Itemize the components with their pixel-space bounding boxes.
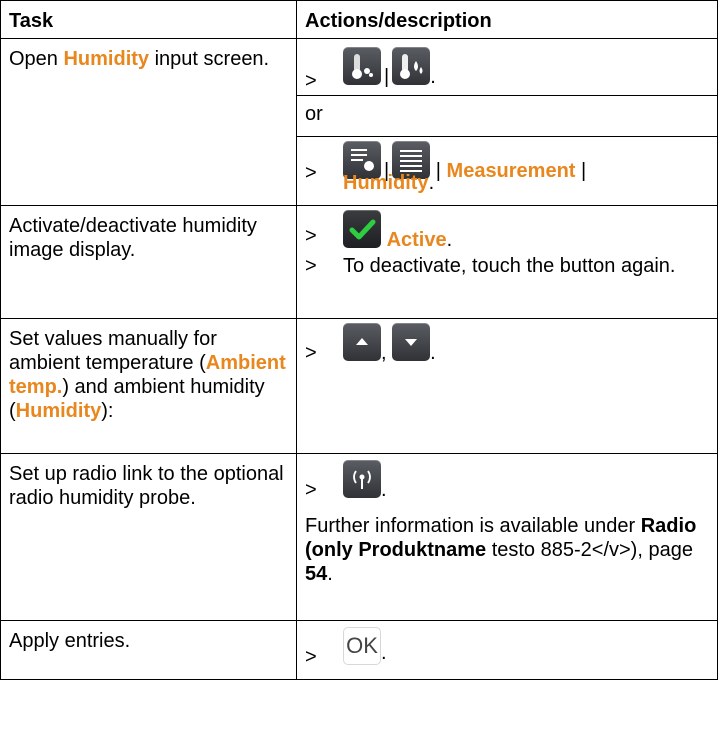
thermometer-drops-icon[interactable] bbox=[392, 47, 431, 85]
info-text: Further information is available under R… bbox=[305, 515, 697, 585]
separator: | bbox=[435, 160, 441, 183]
humidity-highlight: Humidity bbox=[63, 48, 150, 70]
task-cell: Open Humidity input screen. bbox=[0, 38, 297, 206]
bullet-arrow: > bbox=[305, 225, 317, 247]
task-text: Open bbox=[9, 48, 64, 70]
action-line: > | . bbox=[297, 39, 717, 95]
actions-cell: > , . bbox=[296, 318, 718, 454]
task-cell: Activate/deactivate humidity image displ… bbox=[0, 205, 297, 319]
humidity-label: Humidity bbox=[343, 172, 429, 194]
task-cell: Apply entries. bbox=[0, 620, 297, 680]
separator: | bbox=[581, 160, 587, 183]
header-actions: Actions/description bbox=[296, 0, 718, 39]
temp-humidity-icon[interactable] bbox=[343, 47, 381, 85]
task-text: input screen. bbox=[149, 48, 270, 70]
measurement-label: Measurement bbox=[446, 160, 576, 183]
table-row: Open Humidity input screen. > | . or > |… bbox=[0, 38, 718, 206]
actions-cell: > | . or > | | Measurement | Humidity. bbox=[296, 38, 718, 206]
header-task: Task bbox=[0, 0, 297, 39]
deactivate-text: To deactivate, touch the button again. bbox=[343, 255, 676, 277]
action-line: > , . bbox=[297, 319, 717, 379]
bullet-arrow: > bbox=[305, 70, 317, 92]
humidity-highlight: Humidity bbox=[15, 400, 102, 422]
task-cell: Set up radio link to the optional radio … bbox=[0, 453, 297, 621]
or-text: or bbox=[305, 103, 323, 125]
action-line: > OK. bbox=[297, 621, 717, 671]
radio-signal-icon[interactable] bbox=[343, 460, 381, 498]
table-row: Apply entries. > OK. bbox=[0, 620, 718, 680]
checkmark-icon[interactable] bbox=[343, 210, 381, 248]
bullet-arrow: > bbox=[305, 342, 317, 364]
action-line: > To deactivate, touch the button again. bbox=[297, 254, 717, 310]
info-line: Further information is available under R… bbox=[297, 514, 717, 610]
or-line: or bbox=[297, 95, 717, 136]
table-row: Set up radio link to the optional radio … bbox=[0, 453, 718, 621]
bullet-arrow: > bbox=[305, 646, 317, 668]
ok-button[interactable]: OK bbox=[343, 627, 381, 665]
action-line: > Active. bbox=[297, 206, 717, 254]
action-line: > | | Measurement | Humidity. bbox=[297, 136, 717, 199]
task-table: Task Actions/description Open Humidity i… bbox=[0, 0, 718, 680]
arrow-up-icon[interactable] bbox=[343, 323, 381, 361]
actions-cell: > Active. > To deactivate, touch the but… bbox=[296, 205, 718, 319]
page-number: 54 bbox=[305, 563, 328, 585]
table-header: Task Actions/description bbox=[0, 0, 718, 39]
table-row: Activate/deactivate humidity image displ… bbox=[0, 205, 718, 319]
bullet-arrow: > bbox=[305, 162, 317, 184]
separator: | bbox=[384, 66, 390, 89]
actions-cell: > . Further information is available und… bbox=[296, 453, 718, 621]
bullet-arrow: > bbox=[305, 255, 317, 277]
actions-cell: > OK. bbox=[296, 620, 718, 680]
bullet-arrow: > bbox=[305, 479, 317, 501]
action-line: > . bbox=[297, 454, 717, 514]
task-cell: Set values manually for ambient temperat… bbox=[0, 318, 297, 454]
table-row: Set values manually for ambient temperat… bbox=[0, 318, 718, 454]
arrow-down-icon[interactable] bbox=[392, 323, 431, 361]
active-label: Active bbox=[386, 229, 447, 252]
